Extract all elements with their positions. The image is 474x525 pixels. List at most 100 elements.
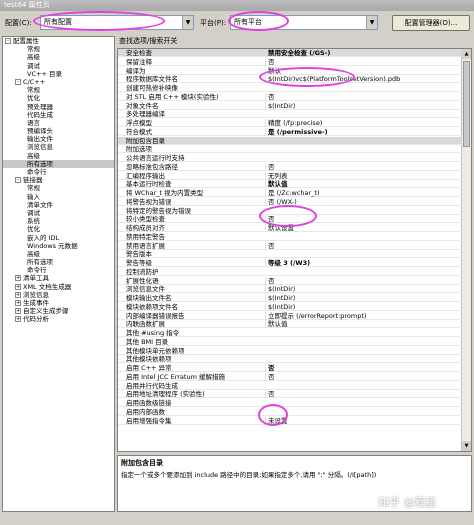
property-value[interactable]: 默认 <box>265 66 460 75</box>
tree-item[interactable]: 清单文件 <box>3 201 114 209</box>
property-value[interactable]: 立即提示 (/errorReport:prompt) <box>265 311 460 320</box>
property-row[interactable]: 对 STL 启用 C++ 模块(实验性) 否 <box>118 92 462 101</box>
tree-item[interactable]: 输出文件 <box>3 135 114 143</box>
collapse-icon[interactable]: - <box>5 38 11 44</box>
tree-item[interactable]: - C/C++ <box>3 78 114 86</box>
property-row[interactable]: 内部编译器错误报告 立即提示 (/errorReport:prompt) <box>118 311 462 320</box>
tree-item[interactable]: 常规 <box>3 45 114 53</box>
property-value[interactable]: 否 <box>265 276 460 285</box>
tree-item[interactable]: 嵌入的 IDL <box>3 234 114 242</box>
property-value[interactable]: 否 <box>265 57 460 66</box>
tree-item[interactable]: + XML 文档生成器 <box>3 283 114 291</box>
property-row[interactable]: 安全检查 禁用安全检查 (/GS-) <box>118 49 462 58</box>
tree-item[interactable]: 常规 <box>3 86 114 94</box>
property-row[interactable]: 其他 #using 指令 <box>118 329 462 338</box>
expand-icon[interactable]: + <box>15 283 21 290</box>
tree-item[interactable]: 命令行 <box>3 168 114 176</box>
tree-item[interactable]: 优化 <box>3 225 114 233</box>
property-value[interactable]: 禁用安全检查 (/GS-) <box>265 49 460 57</box>
property-value[interactable]: 否 <box>265 162 460 171</box>
property-row[interactable]: 警告版本 <box>118 250 462 259</box>
expand-icon[interactable]: + <box>15 316 21 323</box>
tree-item[interactable]: 代码生成 <box>3 111 114 119</box>
property-value[interactable]: 无列表 <box>265 171 460 180</box>
property-row[interactable]: 将警告视为错误 否 (/WX-) <box>118 197 462 206</box>
property-row[interactable]: 启用函数级链接 <box>118 399 462 408</box>
property-row[interactable]: 其他 BMI 目录 <box>118 338 462 346</box>
tree-item[interactable]: 调试 <box>3 62 114 70</box>
property-row[interactable]: 内联函数扩展 默认值 <box>118 320 462 329</box>
tree-item[interactable]: 预处理器 <box>3 103 114 111</box>
property-row[interactable]: 将特定的警告视为错误 <box>118 207 462 215</box>
property-value[interactable]: 否 <box>265 92 460 101</box>
tree-item[interactable]: 预编译头 <box>3 127 114 135</box>
property-row[interactable]: 多处理器编译 <box>118 110 462 119</box>
property-value[interactable]: 默认值 <box>265 180 460 189</box>
property-row[interactable]: 启用 C++ 异常 否 <box>118 364 462 373</box>
property-row[interactable]: 编译为 默认 <box>118 66 462 75</box>
tree-item[interactable]: 高级 <box>3 152 114 160</box>
property-value[interactable]: 默认设置 <box>265 224 460 232</box>
property-value[interactable]: $(IntDir) <box>265 285 460 294</box>
collapse-icon[interactable]: - <box>15 78 21 85</box>
property-row[interactable]: 程序数据库文件名 $(IntDir)vc$(PlatformToolsetVers… <box>118 75 462 84</box>
property-value[interactable]: $(IntDir) <box>265 101 460 110</box>
vertical-scrollbar[interactable]: ▲ ▼ <box>461 49 471 451</box>
platform-select[interactable]: 所有平台 ▼ <box>230 15 378 30</box>
tree-item[interactable]: + 浏览信息 <box>3 291 114 299</box>
property-row[interactable]: 附加选项 <box>118 145 462 154</box>
tree-item[interactable]: 系统 <box>3 217 114 225</box>
config-manager-button[interactable]: 配置管理器(O)... <box>392 15 470 31</box>
tree-item[interactable]: - 配置属性 <box>3 37 114 45</box>
property-row[interactable]: 基本运行时检查 默认值 <box>118 180 462 189</box>
tree-item[interactable]: 语言 <box>3 119 114 127</box>
tree-item[interactable]: 高级 <box>3 250 114 258</box>
property-row[interactable]: 禁用语言扩展 否 <box>118 241 462 250</box>
property-tree[interactable]: - 配置属性 常规 高级 调试 VC++ 目录 - C/C++ 常规 优化 预处理器 代码生成 语言 预编… <box>2 36 115 512</box>
tree-item[interactable]: 高级 <box>3 53 114 61</box>
property-value[interactable]: 否 <box>265 372 460 381</box>
property-row[interactable]: 附加包含目录 <box>118 136 462 145</box>
tree-item[interactable]: Windows 元数据 <box>3 242 114 250</box>
property-row[interactable]: 启用增强指令集 未设置 <box>118 416 462 425</box>
property-value[interactable]: 是 (/Zc:wchar_t) <box>265 189 460 197</box>
property-value[interactable]: 默认值 <box>265 320 460 329</box>
tree-item[interactable]: + 清单工具 <box>3 274 114 282</box>
property-row[interactable]: 启用地址清理程序 (实验性) 否 <box>118 390 462 399</box>
property-value[interactable]: 否 <box>265 390 460 399</box>
property-row[interactable]: 创建可热修补映像 <box>118 84 462 93</box>
tree-item[interactable]: 所有选项 <box>3 159 114 168</box>
property-row[interactable]: 禁用特定警告 <box>118 233 462 241</box>
property-row[interactable]: 保留注释 否 <box>118 57 462 66</box>
property-row[interactable]: 结构成员对齐 默认设置 <box>118 224 462 233</box>
property-row[interactable]: 忽略标准包含路径 否 <box>118 162 462 171</box>
property-row[interactable]: 浏览信息文件 $(IntDir) <box>118 285 462 294</box>
tree-item[interactable]: + 代码分析 <box>3 315 114 323</box>
property-row[interactable]: 符合模式 是 (/permissive-) <box>118 127 462 136</box>
tree-item[interactable]: + 自定义生成步骤 <box>3 307 114 315</box>
property-row[interactable]: 汇编程序输出 无列表 <box>118 171 462 180</box>
property-row[interactable]: 模块输出文件名 $(IntDir) <box>118 294 462 303</box>
property-value[interactable]: 等级 3 (/W3) <box>265 259 460 267</box>
tree-item[interactable]: + 生成事件 <box>3 299 114 307</box>
property-row[interactable]: 其他模块依赖项 <box>118 355 462 364</box>
property-value[interactable]: 否 <box>265 364 460 372</box>
property-row[interactable]: 启用内部函数 <box>118 408 462 416</box>
property-grid[interactable]: ▲ ▼ 安全检查 禁用安全检查 (/GS-) 保留注释否编译为 默认 程序数据库文件名 $… <box>117 48 472 452</box>
property-value[interactable]: 否 (/WX-) <box>265 197 460 206</box>
property-value[interactable]: 未设置 <box>265 416 460 425</box>
chevron-down-icon[interactable]: ▼ <box>366 16 377 29</box>
expand-icon[interactable]: + <box>15 300 21 306</box>
tree-item[interactable]: 常规 <box>3 184 114 192</box>
property-row[interactable]: 浮点模型 精度 (/fp:precise) <box>118 119 462 128</box>
property-value[interactable]: 否 <box>265 215 460 224</box>
tree-item[interactable]: - 链接器 <box>3 176 114 184</box>
tree-item[interactable]: 浏览信息 <box>3 143 114 151</box>
expand-icon[interactable]: + <box>15 308 21 315</box>
tree-item[interactable]: 输入 <box>3 193 114 201</box>
expand-icon[interactable]: + <box>15 291 21 298</box>
property-row[interactable]: 警告等级 等级 3 (/W3) <box>118 259 462 268</box>
property-value[interactable]: $(IntDir)vc$(PlatformToolsetVersion).pdb <box>265 75 460 84</box>
config-select[interactable]: 所有配置 ▼ <box>40 15 194 30</box>
property-row[interactable]: 控制流防护 <box>118 268 462 276</box>
